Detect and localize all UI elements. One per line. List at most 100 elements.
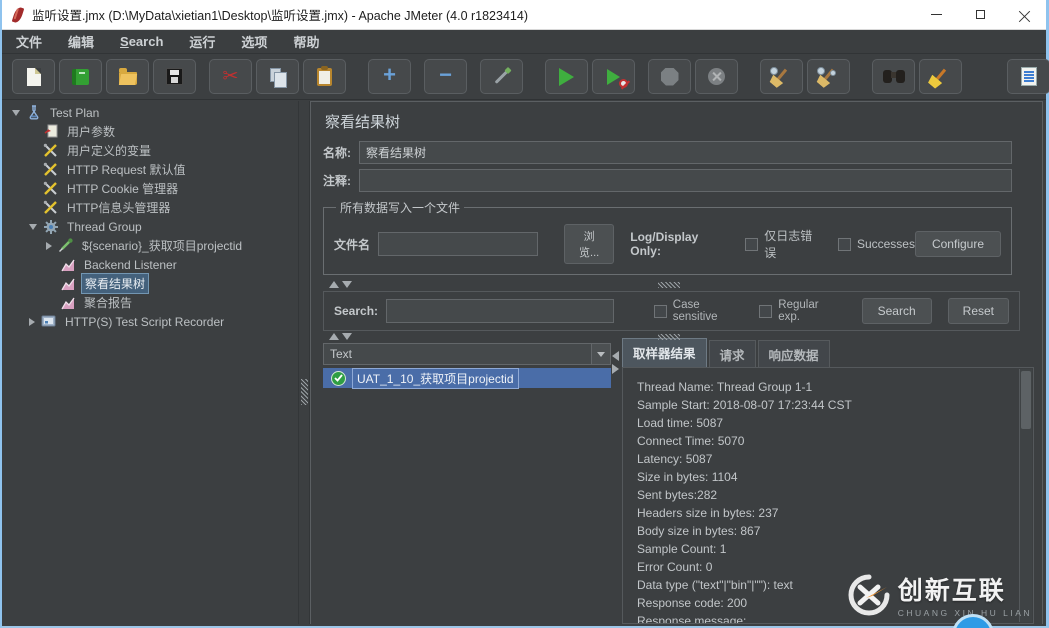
successes-checkbox-wrap: Successes [838, 237, 915, 251]
results-detail-splitter[interactable] [611, 343, 622, 624]
menu-options[interactable]: 选项 [241, 32, 267, 51]
sampler-dropper-icon [57, 238, 74, 254]
regular-exp-checkbox[interactable] [759, 305, 772, 318]
tree-item-view-results-tree[interactable]: 察看结果树 [4, 274, 298, 293]
collapse-down-icon[interactable] [342, 333, 352, 340]
copy-button[interactable] [256, 59, 299, 94]
tree-main-splitter[interactable] [298, 101, 310, 624]
expand-arrow-icon[interactable] [12, 110, 20, 116]
listener-graph-icon [59, 295, 76, 311]
search-toolbar-button[interactable] [872, 59, 915, 94]
menu-help[interactable]: 帮助 [293, 32, 319, 51]
copy-icon [270, 68, 281, 82]
clear-all-button[interactable] [807, 59, 850, 94]
tab-request[interactable]: 请求 [709, 340, 756, 367]
templates-button[interactable] [59, 59, 102, 94]
remove-button[interactable]: − [424, 59, 467, 94]
title-bar: 监听设置.jmx (D:\MyData\xietian1\Desktop\监听设… [2, 0, 1046, 30]
tree-item-http-request-defaults[interactable]: HTTP Request 默认值 [4, 160, 298, 179]
collapse-up-icon[interactable] [329, 333, 339, 340]
shutdown-button[interactable] [695, 59, 738, 94]
add-button[interactable]: + [368, 59, 411, 94]
menu-search[interactable]: Search [120, 34, 163, 49]
tree-item-aggregate-report[interactable]: 聚合报告 [4, 293, 298, 312]
name-input[interactable] [359, 141, 1012, 164]
comment-input[interactable] [359, 169, 1012, 192]
collapse-arrow-icon[interactable] [46, 242, 52, 250]
tree-item-test-plan[interactable]: Test Plan [4, 103, 298, 122]
search-button[interactable]: Search [862, 298, 932, 324]
view-mode-combobox[interactable]: Text [323, 343, 611, 365]
cut-scissors-icon: ✂ [223, 67, 239, 86]
close-icon [1019, 9, 1030, 20]
cut-button[interactable]: ✂ [209, 59, 252, 94]
config-tools-icon [42, 200, 59, 216]
log-display-only-label: Log/Display Only: [630, 230, 729, 258]
tree-item-http-header-manager[interactable]: HTTP信息头管理器 [4, 198, 298, 217]
regular-exp-checkbox-wrap: Regular exp. [759, 299, 839, 323]
recorder-monitor-icon [40, 314, 57, 330]
tab-response-data[interactable]: 响应数据 [758, 340, 830, 367]
browse-button[interactable]: 浏览... [564, 224, 614, 264]
menu-file[interactable]: 文件 [16, 32, 42, 51]
function-helper-button[interactable] [1007, 59, 1049, 94]
splitter-grip-icon[interactable] [658, 334, 680, 340]
tree-item-http-cookie-manager[interactable]: HTTP Cookie 管理器 [4, 179, 298, 198]
tree-item-user-parameters[interactable]: 用户参数 [4, 122, 298, 141]
config-tools-icon [42, 143, 59, 159]
splitter-grip-icon[interactable] [301, 379, 308, 405]
save-button[interactable] [153, 59, 196, 94]
search-input[interactable] [386, 299, 614, 323]
successes-checkbox[interactable] [838, 238, 851, 251]
new-file-button[interactable] [12, 59, 55, 94]
minimize-button[interactable] [914, 0, 958, 29]
plus-icon: + [383, 64, 396, 86]
configure-button[interactable]: Configure [915, 231, 1001, 257]
function-list-icon [1021, 67, 1037, 86]
reset-button[interactable]: Reset [948, 298, 1009, 324]
combo-dropdown-button[interactable] [591, 344, 610, 364]
tree-item-thread-group[interactable]: Thread Group [4, 217, 298, 236]
collapse-up-icon[interactable] [329, 281, 339, 288]
open-file-button[interactable] [106, 59, 149, 94]
no-pause-badge-icon [619, 79, 628, 88]
menu-edit[interactable]: 编辑 [68, 32, 94, 51]
filename-input[interactable] [378, 232, 538, 256]
tree-item-test-script-recorder[interactable]: HTTP(S) Test Script Recorder [4, 312, 298, 331]
search-reset-toolbar-button[interactable] [919, 59, 962, 94]
collapse-left-icon[interactable] [612, 351, 619, 361]
clear-button[interactable] [760, 59, 803, 94]
tree-item-user-defined-variables[interactable]: 用户定义的变量 [4, 141, 298, 160]
collapse-right-icon[interactable] [612, 364, 619, 374]
user-parameters-icon [42, 124, 59, 140]
result-item[interactable]: UAT_1_10_获取项目projectid [323, 368, 611, 388]
clear-all-gear2-icon [830, 70, 836, 76]
stop-octagon-icon [661, 68, 679, 86]
start-no-pauses-button[interactable] [592, 59, 635, 94]
collapse-down-icon[interactable] [342, 281, 352, 288]
case-sensitive-checkbox[interactable] [654, 305, 667, 318]
filename-label: 文件名 [334, 236, 370, 253]
tree-item-scenario-sampler[interactable]: ${scenario}_获取项目projectid [4, 236, 298, 255]
paste-button[interactable] [303, 59, 346, 94]
expand-arrow-icon[interactable] [29, 224, 37, 230]
horizontal-splitter-1[interactable] [323, 279, 1020, 291]
horizontal-splitter-2[interactable] [323, 331, 1020, 343]
listener-graph-icon [59, 257, 76, 273]
stop-button[interactable] [648, 59, 691, 94]
scrollbar-thumb[interactable] [1021, 371, 1031, 429]
tree-item-backend-listener[interactable]: Backend Listener [4, 255, 298, 274]
splitter-grip-icon[interactable] [658, 282, 680, 288]
menu-run[interactable]: 运行 [189, 32, 215, 51]
write-to-file-group: 所有数据写入一个文件 文件名 浏览... Log/Display Only: 仅… [323, 199, 1012, 275]
errors-only-checkbox[interactable] [745, 238, 758, 251]
regular-exp-label: Regular exp. [778, 299, 839, 323]
maximize-button[interactable] [958, 0, 1002, 29]
results-tree-pane: Text UAT_1_10_获取项目projectid [323, 343, 611, 624]
view-results-tree-panel: 察看结果树 名称: 注释: 所有数据写入一个文件 文件名 浏览... Log/D… [310, 101, 1043, 624]
toggle-button[interactable] [480, 59, 523, 94]
collapse-arrow-icon[interactable] [29, 318, 35, 326]
close-button[interactable] [1002, 0, 1046, 29]
start-button[interactable] [545, 59, 588, 94]
content-area: Test Plan 用户参数 用户定义的变量 HTTP Request 默认值 … [4, 101, 1043, 624]
